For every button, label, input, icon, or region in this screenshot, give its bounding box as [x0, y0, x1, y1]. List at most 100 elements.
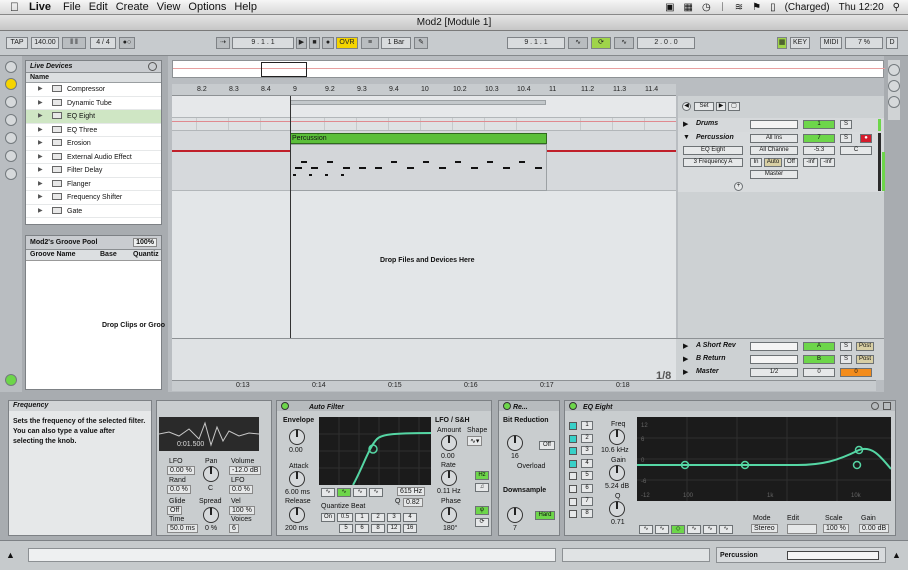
band-toggle-icon[interactable] — [569, 434, 577, 443]
device-chain-thumbnail[interactable] — [787, 551, 879, 560]
band-select-button[interactable]: 3 — [581, 446, 593, 456]
pan-field[interactable]: C — [840, 146, 872, 155]
loop-start-field[interactable]: 9 . 1 . 1 — [507, 37, 565, 49]
rand-field[interactable]: 0.0 % — [167, 485, 191, 494]
rate-hz-button[interactable]: Hz — [475, 471, 489, 480]
device-on-icon[interactable] — [281, 402, 289, 410]
band-select-button[interactable]: 2 — [581, 433, 593, 443]
bit-off-button[interactable]: Off — [539, 441, 555, 450]
battery-icon[interactable]: ▯ — [770, 2, 776, 13]
filter-type-icon[interactable]: ∿ — [655, 525, 669, 534]
output-gain-field[interactable]: 0.00 dB — [859, 524, 890, 533]
groove-amount[interactable]: 100% — [133, 238, 157, 247]
clip-header[interactable]: Percussion — [290, 133, 547, 144]
back-to-arrangement-icon[interactable]: ◀ — [682, 102, 691, 111]
quant-btn[interactable]: 4 — [403, 513, 417, 522]
fold-icon[interactable]: ▶ — [683, 368, 688, 376]
scene-icon[interactable]: ▢ — [728, 102, 740, 111]
frequency-field[interactable]: 615 Hz — [397, 487, 426, 496]
expand-icon[interactable]: ▶ — [38, 151, 43, 164]
monitor-auto-button[interactable]: Auto — [764, 158, 782, 167]
punch-out-icon[interactable]: ∿ — [614, 37, 634, 49]
monitor-off-button[interactable]: Off — [784, 158, 798, 167]
filter-lp-icon[interactable]: ∿ — [321, 488, 335, 497]
band-toggle-icon[interactable] — [569, 485, 577, 493]
record-icon[interactable]: ● — [322, 37, 334, 49]
track-b-return[interactable]: ▶ B Return B S Post — [678, 353, 884, 367]
voices-select[interactable]: 6 — [229, 524, 239, 533]
fold-icon[interactable]: ▶ — [683, 355, 688, 363]
spin-mode-icon[interactable]: ⟳ — [475, 518, 489, 527]
band-select-button[interactable]: 6 — [581, 484, 593, 493]
fold-icon[interactable] — [888, 96, 900, 108]
track-short-rev[interactable]: ▶ A Short Rev A S Post — [678, 340, 884, 354]
computer-midi-icon[interactable]: ▦ — [777, 37, 787, 49]
grid-zoom[interactable]: 1/8 — [656, 370, 671, 382]
track-selector[interactable]: Percussion — [716, 547, 886, 563]
filter-hp-icon[interactable]: ∿ — [337, 488, 351, 497]
filter-type-icon[interactable]: ◇ — [671, 525, 685, 534]
eq-band-7[interactable]: 7 — [569, 496, 595, 507]
draw-mode-icon[interactable]: ✎ — [414, 37, 428, 49]
browser-column-header[interactable]: Name — [26, 73, 161, 83]
quantize-select[interactable]: 1 Bar — [381, 37, 411, 49]
beat-ruler[interactable]: 8.2 8.3 8.4 9 9.2 9.3 9.4 10 10.2 10.3 1… — [172, 84, 676, 96]
quant-btn[interactable]: 16 — [403, 524, 417, 533]
show-detail-icon[interactable]: ▲ — [892, 550, 901, 560]
quant-btn[interactable]: 1 — [355, 513, 369, 522]
band-toggle-icon[interactable] — [569, 510, 577, 519]
timemachine-icon[interactable]: ◷ — [702, 2, 711, 13]
file-browser-2-icon[interactable] — [5, 114, 17, 126]
list-item[interactable]: ▶ EQ Three — [26, 124, 161, 137]
band-toggle-icon[interactable] — [569, 497, 577, 506]
eq-band-3[interactable]: 3 — [569, 446, 595, 456]
track-lanes[interactable]: Percussion Drop Files and Devices Here — [172, 96, 676, 338]
time-field[interactable]: 50.0 ms — [167, 524, 198, 533]
groove-icon[interactable] — [5, 150, 17, 162]
return-lanes[interactable] — [172, 339, 676, 381]
follow-icon[interactable]: ⇢ — [216, 37, 230, 49]
filter-type-icon[interactable]: ∿ — [703, 525, 717, 534]
track-percussion[interactable]: ▼ Percussion All Ins 7 S ● EQ Eight All … — [678, 132, 885, 192]
expand-icon[interactable]: ▶ — [38, 205, 43, 218]
quant-btn[interactable]: 3 — [387, 513, 401, 522]
menu-help[interactable]: Help — [234, 1, 265, 13]
menu-app[interactable]: Live — [29, 1, 63, 13]
pre-post-button[interactable]: Post — [856, 355, 874, 364]
hotswap-icon[interactable] — [148, 62, 157, 71]
release-knob[interactable] — [289, 507, 305, 523]
track-name[interactable]: B Return — [696, 355, 726, 362]
track-name[interactable]: Percussion — [696, 134, 734, 141]
arrangement-overview[interactable] — [172, 60, 885, 78]
expand-icon[interactable]: ▶ — [38, 137, 43, 150]
band-toggle-icon[interactable] — [569, 447, 577, 456]
time-ruler[interactable]: 0:13 0:14 0:15 0:16 0:17 0:18 1/8 — [172, 370, 876, 391]
overdub-button[interactable]: OVR — [336, 37, 358, 49]
expand-icon[interactable]: ▶ — [38, 124, 43, 137]
phase-knob[interactable] — [441, 507, 457, 523]
quant-btn[interactable]: 8 — [371, 524, 385, 533]
freq-knob[interactable] — [609, 429, 625, 445]
input-type-select[interactable]: All Ins — [750, 134, 798, 143]
menu-view[interactable]: View — [157, 1, 189, 13]
device-on-icon[interactable] — [569, 402, 577, 410]
quant-btn[interactable]: On — [321, 513, 335, 522]
arm-button[interactable]: ● — [860, 134, 872, 143]
clip-slot[interactable] — [750, 342, 798, 351]
band-toggle-icon[interactable] — [569, 422, 577, 430]
track-master[interactable]: ▶ Master 1/2 0 0 — [678, 366, 884, 380]
flag-icon[interactable]: ⚑ — [752, 2, 761, 13]
menu-file[interactable]: File — [63, 1, 89, 13]
phase-mode-icon[interactable]: φ — [475, 506, 489, 515]
solo-button[interactable]: S — [840, 134, 852, 143]
next-locator-icon[interactable]: ▶ — [716, 102, 726, 111]
eq-band-8[interactable]: 8 — [569, 509, 595, 519]
envelope-knob[interactable] — [289, 429, 305, 445]
device-on-icon[interactable] — [503, 402, 511, 410]
menu-edit[interactable]: Edit — [89, 1, 116, 13]
eq-band-6[interactable]: 6 — [569, 484, 595, 494]
device-overview[interactable] — [562, 548, 710, 562]
list-item[interactable]: ▶ Dynamic Tube — [26, 97, 161, 110]
device-chooser[interactable]: EQ Eight — [683, 146, 743, 155]
filter-display[interactable] — [319, 417, 432, 486]
